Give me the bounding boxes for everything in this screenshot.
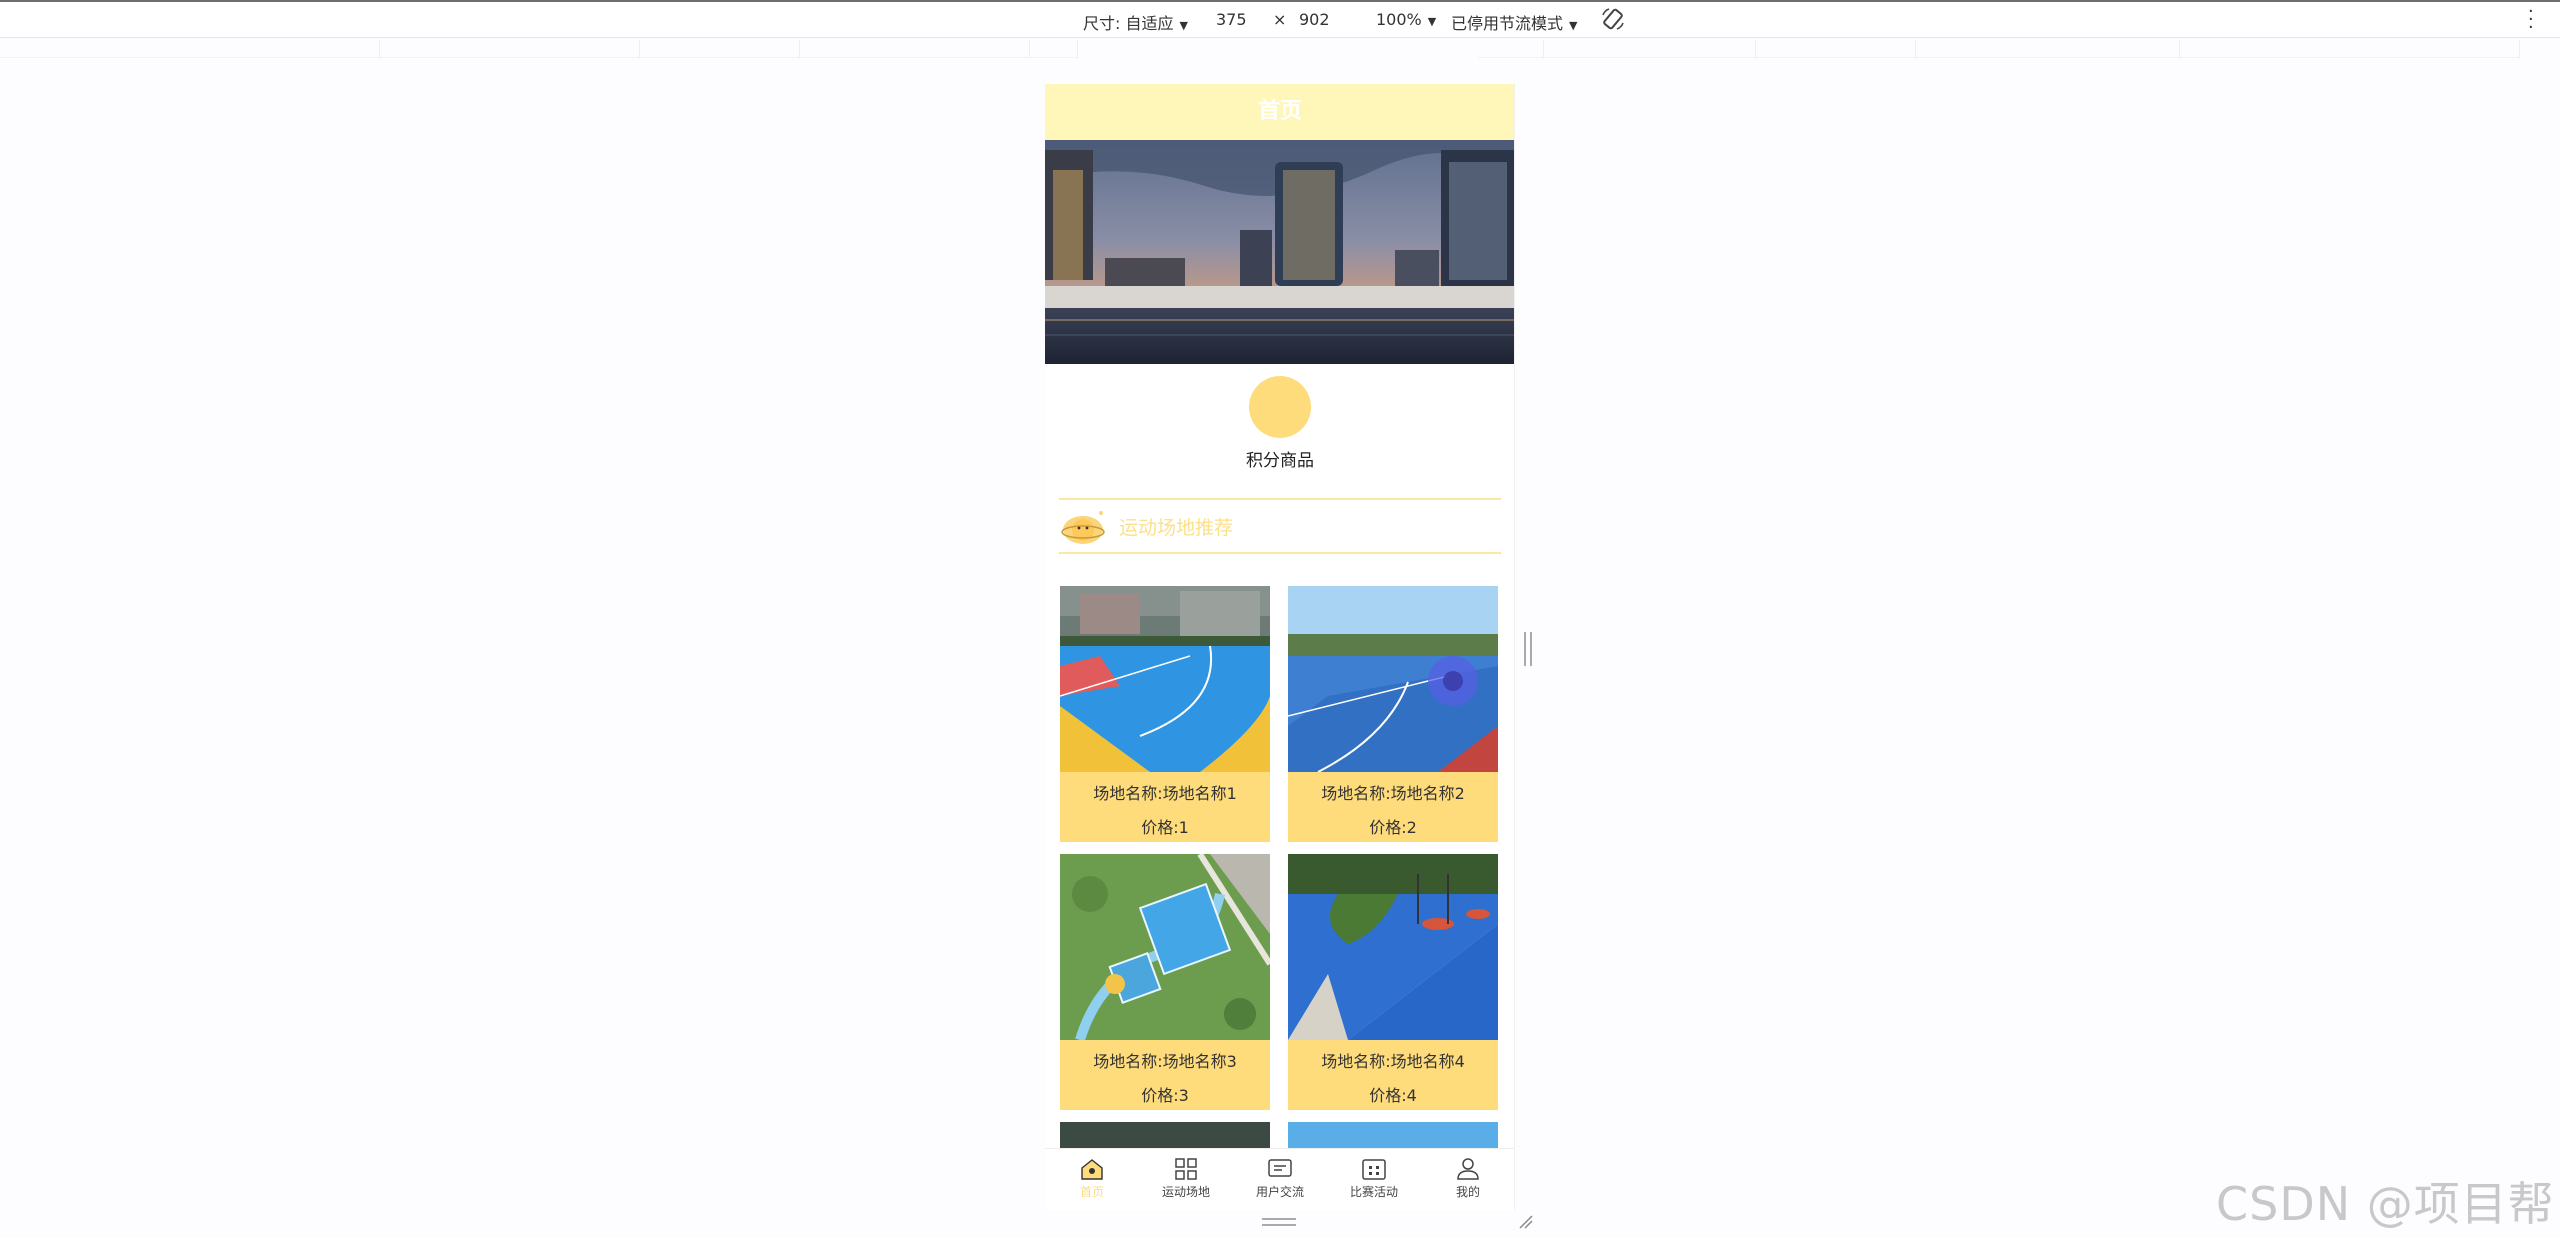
chevron-down-icon: ▼ [1179, 19, 1188, 32]
height-input[interactable]: 902 [1299, 10, 1330, 29]
media-query-ruler [0, 40, 2560, 58]
resize-handle-right[interactable] [1524, 632, 1532, 666]
venue-image [1060, 586, 1270, 772]
venue-price: 价格:1 [1141, 818, 1189, 837]
user-icon [1457, 1158, 1479, 1180]
rotate-icon[interactable] [1600, 6, 1626, 32]
tab-events[interactable]: 比赛活动 [1327, 1157, 1421, 1200]
touch-cursor [1428, 656, 1478, 706]
bottom-tab-bar: 首页 运动场地 用户交流 比赛活动 我的 [1045, 1148, 1514, 1210]
venue-price: 价格:3 [1141, 1086, 1189, 1105]
chevron-down-icon: ▼ [1569, 19, 1578, 32]
resize-handle-corner[interactable] [1518, 1214, 1534, 1230]
tab-label: 运动场地 [1161, 1185, 1210, 1199]
venue-name: 场地名称:场地名称4 [1321, 1052, 1465, 1071]
tab-label: 我的 [1455, 1185, 1480, 1199]
calendar-icon [1362, 1159, 1386, 1180]
venue-card[interactable]: 场地名称:场地名称1 价格:1 [1060, 586, 1270, 842]
venue-card[interactable]: 场地名称:场地名称3 价格:3 [1060, 854, 1270, 1110]
venue-card[interactable]: 场地名称:场地名称4 价格:4 [1288, 854, 1498, 1110]
watermark: CSDN @项目帮 [2216, 1177, 2555, 1231]
planet-icon [1061, 511, 1105, 544]
message-icon [1268, 1159, 1292, 1177]
tab-label: 用户交流 [1255, 1185, 1304, 1199]
tab-label: 首页 [1079, 1185, 1104, 1199]
venue-price: 价格:4 [1369, 1086, 1417, 1105]
banner-image[interactable] [1045, 140, 1515, 364]
venue-name: 场地名称:场地名称3 [1093, 1052, 1237, 1071]
category-icon [1249, 376, 1311, 438]
tab-venues[interactable]: 运动场地 [1139, 1157, 1233, 1200]
section-header: 运动场地推荐 [1059, 498, 1501, 554]
category-label: 积分商品 [1246, 451, 1314, 471]
tab-community[interactable]: 用户交流 [1233, 1157, 1327, 1200]
venue-card[interactable]: 场地名称:场地名称2 价格:2 [1288, 586, 1498, 842]
devtools-device-toolbar: 尺寸: 自适应 ▼ 375 × 902 100% ▼ 已停用节流模式 ▼ · · · [0, 0, 2560, 38]
throttle-select[interactable]: 已停用节流模式 ▼ [1451, 10, 1577, 34]
zoom-select[interactable]: 100% ▼ [1376, 10, 1436, 29]
zoom-label: 100% [1376, 10, 1422, 29]
grid-icon [1175, 1158, 1197, 1180]
resize-handle-bottom[interactable] [1262, 1218, 1296, 1226]
venue-name: 场地名称:场地名称1 [1093, 784, 1237, 803]
page-title: 首页 [1045, 84, 1514, 140]
times-sign: × [1273, 10, 1287, 29]
tab-label: 比赛活动 [1349, 1185, 1398, 1199]
tab-profile[interactable]: 我的 [1421, 1157, 1514, 1200]
width-input[interactable]: 375 [1216, 10, 1247, 29]
dimensions-select[interactable]: 尺寸: 自适应 ▼ [1083, 10, 1188, 34]
venue-image [1288, 854, 1498, 1040]
device-viewport: 首页 积分商品 运动场地推荐 场地名称:场地名称1 价格:1 场地名称:场地名称… [1045, 84, 1515, 1210]
more-options-icon[interactable]: · · · [2528, 3, 2534, 37]
venue-name: 场地名称:场地名称2 [1321, 784, 1465, 803]
venue-price: 价格:2 [1369, 818, 1417, 837]
throttle-label: 已停用节流模式 [1451, 14, 1564, 33]
section-title: 运动场地推荐 [1119, 517, 1234, 539]
category-points-goods[interactable]: 积分商品 [1045, 376, 1514, 471]
chevron-down-icon: ▼ [1427, 15, 1437, 28]
home-icon [1081, 1159, 1103, 1180]
dimensions-label: 尺寸: 自适应 [1083, 14, 1174, 33]
tab-home[interactable]: 首页 [1045, 1157, 1139, 1200]
venue-image [1060, 854, 1270, 1040]
